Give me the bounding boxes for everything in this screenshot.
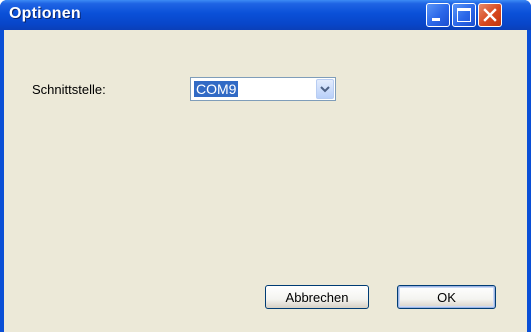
cancel-button[interactable]: Abbrechen <box>265 285 369 309</box>
maximize-icon <box>457 8 471 22</box>
options-dialog: Optionen Schnittstelle: COM9 Abbrechen O… <box>0 0 531 332</box>
ok-button[interactable]: OK <box>397 285 496 309</box>
minimize-button[interactable] <box>426 3 450 27</box>
dialog-body: Schnittstelle: COM9 Abbrechen OK <box>4 30 527 332</box>
window-title: Optionen <box>9 5 81 22</box>
interface-label: Schnittstelle: <box>32 82 106 97</box>
title-bar[interactable]: Optionen <box>0 0 531 30</box>
interface-dropdown-button[interactable] <box>316 79 334 99</box>
close-button[interactable] <box>478 3 502 27</box>
chevron-down-icon <box>320 86 330 93</box>
maximize-button[interactable] <box>452 3 476 27</box>
minimize-icon <box>432 18 440 21</box>
interface-select[interactable]: COM9 <box>190 77 336 101</box>
close-icon <box>483 8 497 22</box>
interface-select-value: COM9 <box>194 81 239 97</box>
